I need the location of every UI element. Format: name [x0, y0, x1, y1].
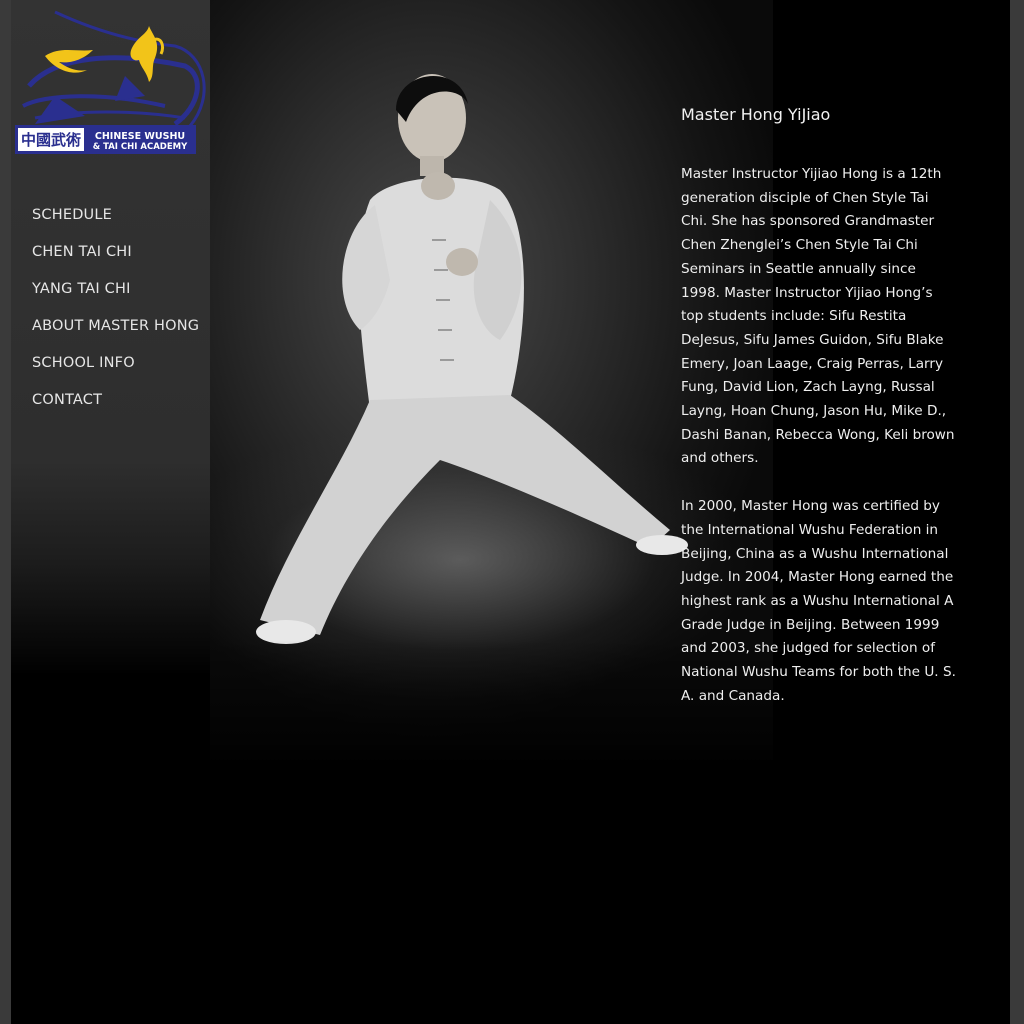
- main-nav: SCHEDULE CHEN TAI CHI YANG TAI CHI ABOUT…: [32, 203, 199, 425]
- bio-content: Master Hong YiJiao Master Instructor Yij…: [681, 103, 956, 732]
- logo-line1: CHINESE WUSHU: [95, 131, 185, 142]
- nav-item-school-info[interactable]: SCHOOL INFO: [32, 351, 199, 388]
- page-title: Master Hong YiJiao: [681, 105, 831, 124]
- logo-line2: & TAI CHI ACADEMY: [93, 142, 188, 152]
- nav-item-yang-tai-chi[interactable]: YANG TAI CHI: [32, 277, 199, 314]
- page: 中國武術 CHINESE WUSHU & TAI CHI ACADEMY SCH…: [11, 0, 1010, 1024]
- bio-paragraph-2: In 2000, Master Hong was certified by th…: [681, 498, 956, 704]
- nav-item-about-master-hong[interactable]: ABOUT MASTER HONG: [32, 314, 199, 351]
- sidebar: 中國武術 CHINESE WUSHU & TAI CHI ACADEMY SCH…: [11, 0, 210, 1024]
- bio-paragraph-1: Master Instructor Yijiao Hong is a 12th …: [681, 166, 955, 467]
- nav-item-contact[interactable]: CONTACT: [32, 388, 199, 425]
- nav-item-chen-tai-chi[interactable]: CHEN TAI CHI: [32, 240, 199, 277]
- academy-logo[interactable]: 中國武術 CHINESE WUSHU & TAI CHI ACADEMY: [15, 6, 207, 164]
- logo-chinese-text: 中國武術: [21, 131, 81, 149]
- nav-item-schedule[interactable]: SCHEDULE: [32, 203, 199, 240]
